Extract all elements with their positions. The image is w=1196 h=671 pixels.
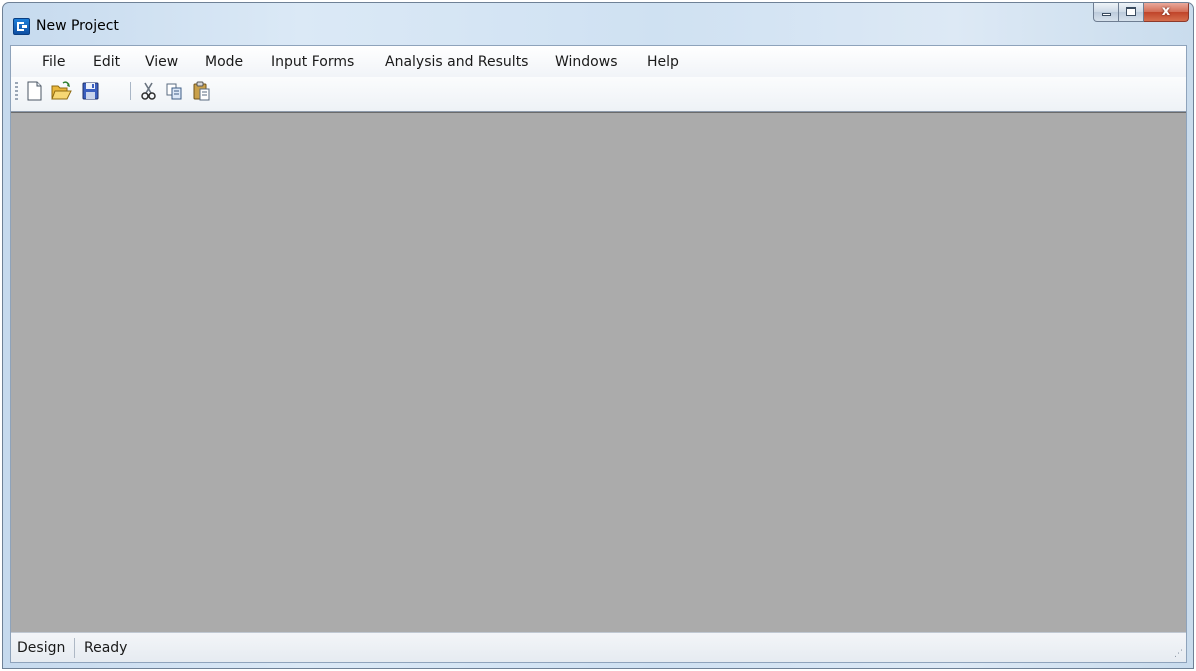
menu-file[interactable]: File <box>42 52 65 72</box>
menu-input-forms[interactable]: Input Forms <box>271 52 354 72</box>
mdi-workspace[interactable] <box>11 112 1186 635</box>
new-file-icon[interactable] <box>24 80 45 102</box>
status-mode: Design <box>17 640 66 656</box>
toolbar-separator <box>130 82 131 100</box>
status-bar: Design Ready ⋰ <box>11 632 1186 662</box>
app-icon[interactable] <box>13 18 30 35</box>
menu-edit[interactable]: Edit <box>93 52 120 72</box>
minimize-icon <box>1102 13 1111 16</box>
menu-bar: File Edit View Mode Input Forms Analysis… <box>11 46 1186 77</box>
caption-buttons: x <box>1093 3 1189 23</box>
toolbar-grip[interactable] <box>15 82 18 100</box>
application-window: New Project x File Edit View Mode Input … <box>2 2 1194 669</box>
menu-analysis-and-results[interactable]: Analysis and Results <box>385 52 528 72</box>
cut-icon[interactable] <box>138 80 159 102</box>
menu-mode[interactable]: Mode <box>205 52 243 72</box>
menu-help[interactable]: Help <box>647 52 679 72</box>
menu-view[interactable]: View <box>145 52 178 72</box>
title-bar[interactable]: New Project x <box>3 3 1193 45</box>
menu-windows[interactable]: Windows <box>555 52 618 72</box>
resize-grip-icon[interactable]: ⋰ <box>1173 649 1183 659</box>
toolbar <box>11 77 1186 112</box>
maximize-button[interactable] <box>1119 3 1144 22</box>
close-icon: x <box>1161 4 1171 19</box>
client-area: File Edit View Mode Input Forms Analysis… <box>10 45 1187 663</box>
status-separator <box>74 638 75 658</box>
paste-icon[interactable] <box>191 80 212 102</box>
open-folder-icon[interactable] <box>50 80 72 102</box>
window-title: New Project <box>36 18 119 34</box>
copy-icon[interactable] <box>164 80 185 102</box>
minimize-button[interactable] <box>1093 3 1119 22</box>
close-button[interactable]: x <box>1144 3 1189 22</box>
save-icon[interactable] <box>80 80 101 102</box>
status-message: Ready <box>84 640 128 656</box>
maximize-icon <box>1126 7 1136 16</box>
